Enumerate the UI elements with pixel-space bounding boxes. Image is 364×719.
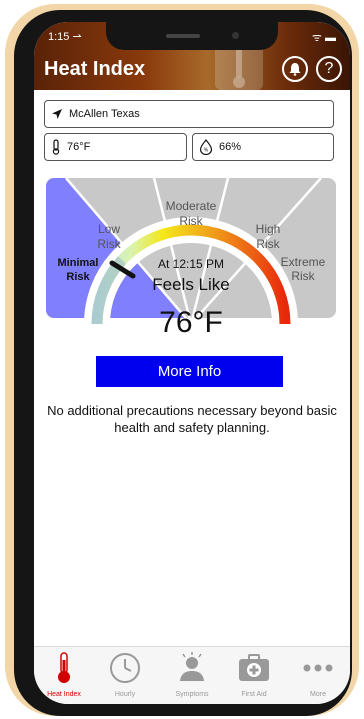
location-arrow-icon: [52, 109, 62, 119]
location-value: McAllen Texas: [69, 108, 140, 120]
humidity-field[interactable]: % 66%: [192, 133, 334, 161]
tab-hourly[interactable]: Hourly: [95, 651, 155, 698]
status-time: 1:15 ⇀: [48, 31, 82, 43]
heat-risk-gauge: Minimal Risk Low Risk Moderate Risk High…: [46, 178, 336, 348]
zone-moderate-line2: Risk: [179, 214, 203, 228]
question-icon: ?: [324, 60, 334, 77]
humidity-drop-icon: %: [199, 139, 213, 155]
bell-icon: [289, 63, 301, 76]
tab-bar: Heat Index Hourly Symptoms First Aid Mor…: [34, 646, 350, 704]
temperature-value: 76°F: [67, 141, 91, 153]
zone-minimal-line1: Minimal: [58, 257, 99, 269]
feels-like-value: 76°F: [159, 306, 223, 339]
more-info-button[interactable]: More Info: [96, 356, 283, 387]
first-aid-icon: [239, 654, 269, 681]
zone-high-line2: Risk: [256, 237, 280, 251]
help-button[interactable]: ?: [316, 56, 342, 82]
zone-low-line1: Low: [98, 222, 120, 236]
tab-label: Heat Index: [47, 691, 81, 698]
tab-more[interactable]: More: [288, 651, 348, 698]
location-field[interactable]: McAllen Texas: [44, 100, 334, 128]
temperature-field[interactable]: 76°F: [44, 133, 187, 161]
reading-time: At 12:15 PM: [158, 257, 224, 271]
precaution-description: No additional precautions necessary beyo…: [47, 403, 337, 435]
clock-icon: [110, 653, 140, 683]
zone-minimal-line2: Risk: [66, 271, 90, 283]
page-title: Heat Index: [44, 58, 146, 80]
front-camera: [232, 32, 239, 39]
zone-low-line2: Risk: [97, 237, 121, 251]
zone-extreme-line2: Risk: [291, 269, 315, 283]
tab-label: More: [310, 691, 326, 698]
header: 1:15 ⇀ ᯤ ▬ Heat Index ?: [34, 22, 350, 90]
zone-moderate-line1: Moderate: [166, 199, 217, 213]
svg-text:%: %: [204, 148, 209, 154]
feels-like-label: Feels Like: [152, 275, 229, 294]
notifications-button[interactable]: [282, 56, 308, 82]
tab-label: Symptoms: [175, 691, 209, 698]
tab-first-aid[interactable]: First Aid: [224, 651, 284, 698]
humidity-value: 66%: [219, 141, 242, 153]
tab-label: Hourly: [114, 691, 136, 698]
tab-symptoms[interactable]: Symptoms: [162, 651, 222, 698]
notch: [106, 22, 278, 50]
status-signal-battery: ᯤ ▬: [311, 32, 336, 44]
thermometer-icon: [52, 139, 60, 155]
zone-high-line1: High: [256, 222, 281, 236]
speaker-grill: [166, 34, 200, 38]
person-sweat-icon: [180, 652, 204, 681]
zone-extreme-line1: Extreme: [281, 255, 326, 269]
tab-label: First Aid: [241, 691, 267, 698]
thermometer-icon: [58, 652, 70, 683]
app-screen: 1:15 ⇀ ᯤ ▬ Heat Index ? McAllen Texas 76…: [34, 22, 350, 704]
more-dots-icon: [303, 664, 333, 672]
tab-heat-index[interactable]: Heat Index: [34, 651, 94, 698]
